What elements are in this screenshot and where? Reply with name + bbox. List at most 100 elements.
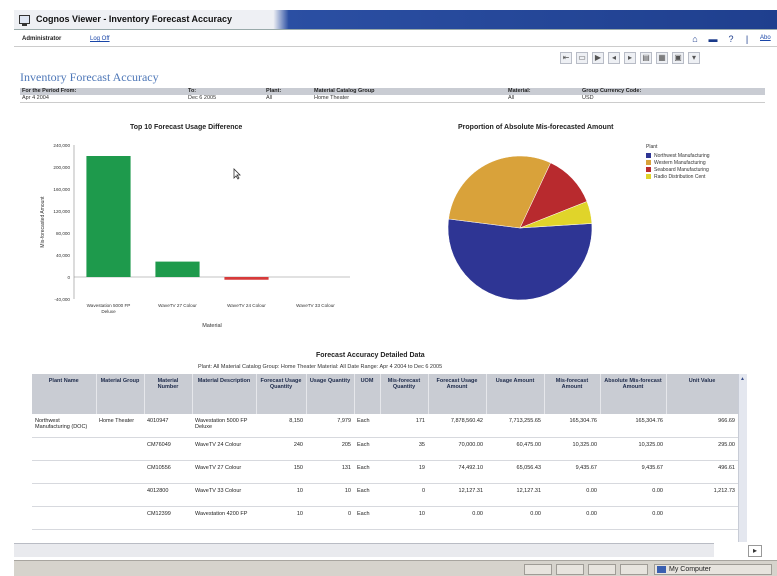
column-header[interactable]: Mis-forecast Amount xyxy=(544,374,601,414)
table-cell: 74,492.10 xyxy=(428,460,486,484)
table-header-row: Plant Name Material Group Material Number M… xyxy=(32,374,739,414)
chart-icon[interactable]: ▦ xyxy=(656,52,668,64)
computer-icon xyxy=(657,566,666,573)
horizontal-scrollbar[interactable] xyxy=(14,543,714,557)
menu-icon[interactable]: ▾ xyxy=(688,52,700,64)
column-header[interactable]: Forecast Usage Quantity xyxy=(256,374,307,414)
column-header[interactable]: Plant Name xyxy=(32,374,97,414)
format-icon[interactable]: ▣ xyxy=(672,52,684,64)
table-cell: WaveTV 27 Colour xyxy=(192,460,256,484)
param-to: Dec 6 2005 xyxy=(188,95,217,101)
logoff-link[interactable]: Log Off xyxy=(90,36,110,42)
table-vertical-scrollbar[interactable]: ▲ xyxy=(738,374,747,542)
legend-swatch xyxy=(646,167,651,172)
table-cell: 10,325.00 xyxy=(600,437,666,461)
security-zone: My Computer xyxy=(654,564,772,575)
column-header[interactable]: Usage Quantity xyxy=(306,374,355,414)
table-cell: 150 xyxy=(256,460,306,484)
table-row: CM12399 Wavestation 4200 FP 10 0 Each 10 0.00 0… xyxy=(32,506,738,530)
param-label-group: Material Catalog Group xyxy=(314,88,375,94)
table-cell xyxy=(96,483,144,507)
y-tick-label: 80,000 xyxy=(56,231,70,236)
legend-title: Plant xyxy=(646,144,658,150)
table-cell: 10,325.00 xyxy=(544,437,600,461)
about-link[interactable]: Abo xyxy=(760,35,771,41)
table-cell: 0.00 xyxy=(486,506,544,530)
param-group: Home Theater xyxy=(314,95,350,101)
table-cell: Wavestation 4200 FP xyxy=(192,506,256,530)
table-cell: 35 xyxy=(380,437,428,461)
pin-icon[interactable]: ▬ xyxy=(708,34,718,44)
table-cell xyxy=(32,506,96,530)
page-icon[interactable]: ▭ xyxy=(576,52,588,64)
table-row: CM10556 WaveTV 27 Colour 150 131 Each 19 74,49… xyxy=(32,460,738,484)
legend-label: Seaboard Manufacturing xyxy=(654,166,709,173)
column-header[interactable]: Material Number xyxy=(144,374,193,414)
forward-icon[interactable]: ▸ xyxy=(624,52,636,64)
scroll-up-icon[interactable]: ▲ xyxy=(740,376,745,382)
column-header[interactable]: Forecast Usage Amount xyxy=(428,374,487,414)
legend-item: Radio Distribution Cent xyxy=(646,173,710,180)
first-page-icon[interactable]: ⇤ xyxy=(560,52,572,64)
y-tick-label: -40,000 xyxy=(54,297,70,302)
y-axis-label: Mis-forecasted Amount xyxy=(40,196,46,248)
table-cell: 0.00 xyxy=(600,483,666,507)
home-icon[interactable]: ⌂ xyxy=(690,34,700,44)
window-icon xyxy=(19,15,30,26)
param-label-plant: Plant: xyxy=(266,88,282,94)
column-header[interactable]: Absolute Mis-forecast Amount xyxy=(600,374,667,414)
table-row: CM76049 WaveTV 24 Colour 240 205 Each 35 70,00… xyxy=(32,437,738,461)
column-header[interactable]: Material Description xyxy=(192,374,257,414)
param-currency: USD xyxy=(582,95,594,101)
legend-label: Northwest Manufacturing xyxy=(654,152,710,159)
column-header[interactable]: Mis-forecast Quantity xyxy=(380,374,429,414)
table-cell: 7,878,560.42 xyxy=(428,414,486,438)
table-cell: 171 xyxy=(380,414,428,438)
back-icon[interactable]: ◂ xyxy=(608,52,620,64)
run-icon[interactable]: ▤ xyxy=(640,52,652,64)
y-tick-label: 200,000 xyxy=(53,165,70,170)
scroll-right-icon[interactable]: ▸ xyxy=(748,545,762,557)
separator-icon: | xyxy=(745,34,749,44)
column-header[interactable]: Material Group xyxy=(96,374,145,414)
status-cell xyxy=(588,564,616,575)
table-cell: Each xyxy=(354,460,380,484)
table-cell: 0 xyxy=(306,506,354,530)
table-cell xyxy=(96,506,144,530)
param-label-to: To: xyxy=(188,88,197,94)
report-title: Inventory Forecast Accuracy xyxy=(20,70,159,84)
param-label-material: Material: xyxy=(508,88,531,94)
table-cell: 0.00 xyxy=(544,483,600,507)
table-cell: 12,127.31 xyxy=(428,483,486,507)
table-cell xyxy=(32,437,96,461)
user-name: Administrator xyxy=(22,36,62,42)
status-cell xyxy=(556,564,584,575)
legend-item: Northwest Manufacturing xyxy=(646,152,710,159)
params-values: Apr 4 2004 Dec 6 2005 All Home Theater A… xyxy=(20,95,765,103)
legend-item: Seaboard Manufacturing xyxy=(646,166,710,173)
y-tick-label: 0 xyxy=(67,275,70,280)
help-icon[interactable]: ? xyxy=(726,34,736,44)
play-icon[interactable]: ▶ xyxy=(592,52,604,64)
bar xyxy=(155,261,200,277)
column-header[interactable]: Usage Amount xyxy=(486,374,545,414)
column-header[interactable]: UOM xyxy=(354,374,381,414)
status-cell xyxy=(524,564,552,575)
table-cell: WaveTV 24 Colour xyxy=(192,437,256,461)
y-tick-label: 120,000 xyxy=(53,209,70,214)
table-cell: 9,435.67 xyxy=(544,460,600,484)
params-header: For the Period From: To: Plant: Material… xyxy=(20,88,765,95)
bar xyxy=(86,156,131,277)
table-cell: 205 xyxy=(306,437,354,461)
pie-slice xyxy=(447,218,593,301)
x-axis-label: Material xyxy=(202,323,222,329)
pie-legend: Plant Northwest Manufacturing Western Man… xyxy=(646,144,710,180)
table-cell: 10 xyxy=(306,483,354,507)
column-header[interactable]: Unit Value xyxy=(666,374,739,414)
table-cell: Each xyxy=(354,414,380,438)
table-cell: CM76049 xyxy=(144,437,192,461)
table-cell: 0.00 xyxy=(428,506,486,530)
bar-chart: 240,000 200,000 160,000 120,000 80,000 40,000… xyxy=(40,143,350,329)
table-cell: Northwest Manufacturing (DOC) xyxy=(32,414,96,438)
bar-chart-title: Top 10 Forecast Usage Difference xyxy=(130,124,243,131)
